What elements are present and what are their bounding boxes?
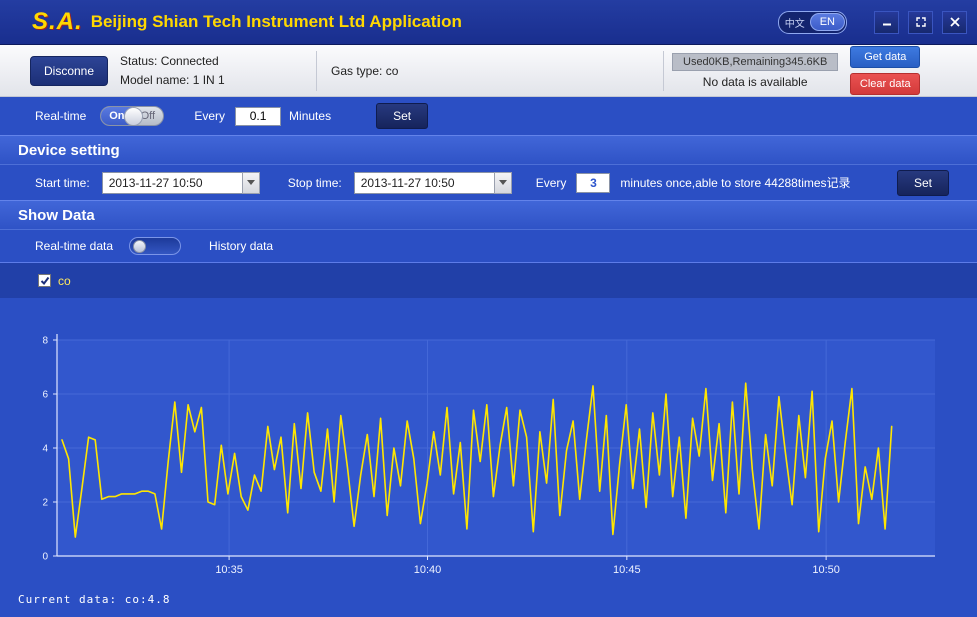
co-trend-chart: 0 2 4 6 8 10:35 10:40 10:45 10:50	[0, 298, 977, 586]
maximize-button[interactable]	[908, 11, 933, 34]
series-legend-row: co	[0, 262, 977, 298]
realtime-data-label: Real-time data	[35, 239, 113, 253]
minimize-button[interactable]	[874, 11, 899, 34]
app-logo: S.A.	[32, 8, 83, 36]
start-time-label: Start time:	[35, 176, 90, 190]
maximize-icon	[915, 16, 927, 28]
chevron-down-icon	[247, 180, 255, 185]
close-button[interactable]	[942, 11, 967, 34]
every-label: Every	[194, 109, 225, 123]
device-set-button[interactable]: Set	[897, 170, 949, 196]
gas-type-text: Gas type: co	[325, 64, 655, 78]
stop-time-calendar-button[interactable]	[494, 172, 512, 194]
svg-text:2: 2	[42, 498, 48, 509]
status-text: Status: Connected	[120, 52, 308, 71]
language-option-en[interactable]: EN	[810, 13, 845, 31]
stop-time-picker	[354, 172, 512, 194]
toolbar-divider	[316, 51, 317, 91]
interval-input[interactable]	[235, 107, 281, 126]
realtime-set-button[interactable]: Set	[376, 103, 428, 129]
stop-time-input[interactable]	[354, 172, 494, 194]
data-mode-row: Real-time data History data	[0, 229, 977, 262]
check-icon	[40, 276, 50, 286]
disconnect-button[interactable]: Disconne	[30, 56, 108, 86]
connection-status-block: Status: Connected Model name: 1 IN 1	[120, 52, 308, 89]
slider-knob-icon	[133, 240, 146, 253]
minutes-label: Minutes	[289, 109, 331, 123]
svg-text:10:45: 10:45	[613, 564, 641, 576]
store-every-label: Every	[536, 176, 567, 190]
svg-text:10:35: 10:35	[215, 564, 243, 576]
realtime-interval-row: Real-time On Off Every Minutes Set	[0, 97, 977, 135]
storage-usage-badge: Used0KB,Remaining345.6KB	[672, 53, 838, 71]
svg-text:0: 0	[42, 552, 48, 563]
svg-text:8: 8	[42, 336, 48, 347]
start-time-calendar-button[interactable]	[242, 172, 260, 194]
chevron-down-icon	[499, 180, 507, 185]
co-series-label: co	[58, 274, 71, 288]
minimize-icon	[881, 16, 893, 28]
device-setting-row: Start time: Stop time: Every minutes onc…	[0, 164, 977, 200]
chart-canvas: 0 2 4 6 8 10:35 10:40 10:45 10:50	[0, 298, 977, 586]
current-data-text: Current data: co:4.8	[0, 586, 977, 606]
toolbar-divider	[663, 51, 664, 91]
model-name-text: Model name: 1 IN 1	[120, 71, 308, 90]
titlebar: S.A. Beijing Shian Tech Instrument Ltd A…	[0, 0, 977, 45]
device-setting-header: Device setting	[0, 135, 977, 164]
get-data-button[interactable]: Get data	[850, 46, 920, 68]
close-icon	[949, 16, 961, 28]
no-data-text: No data is available	[703, 75, 808, 89]
titlebar-controls: 中文 EN	[778, 11, 967, 34]
data-buttons: Get data Clear data	[850, 46, 920, 95]
window-title: Beijing Shian Tech Instrument Ltd Applic…	[91, 12, 462, 32]
app-window: S.A. Beijing Shian Tech Instrument Ltd A…	[0, 0, 977, 606]
language-option-zh[interactable]: 中文	[780, 13, 810, 32]
svg-text:10:50: 10:50	[812, 564, 840, 576]
store-interval-input[interactable]	[576, 173, 610, 193]
svg-text:10:40: 10:40	[414, 564, 442, 576]
history-data-label: History data	[209, 239, 273, 253]
language-toggle[interactable]: 中文 EN	[778, 11, 847, 34]
data-mode-toggle[interactable]	[129, 237, 181, 255]
svg-text:4: 4	[42, 444, 48, 455]
storage-block: Used0KB,Remaining345.6KB No data is avai…	[672, 53, 838, 89]
realtime-label: Real-time	[35, 109, 86, 123]
clear-data-button[interactable]: Clear data	[850, 73, 920, 95]
stop-time-label: Stop time:	[288, 176, 342, 190]
start-time-input[interactable]	[102, 172, 242, 194]
realtime-onoff-toggle[interactable]: On Off	[100, 106, 164, 126]
co-series-checkbox[interactable]	[38, 274, 51, 287]
start-time-picker	[102, 172, 260, 194]
show-data-header: Show Data	[0, 200, 977, 229]
connection-toolbar: Disconne Status: Connected Model name: 1…	[0, 45, 977, 97]
svg-text:6: 6	[42, 390, 48, 401]
store-capacity-text: minutes once,able to store 44288times记录	[620, 174, 850, 191]
